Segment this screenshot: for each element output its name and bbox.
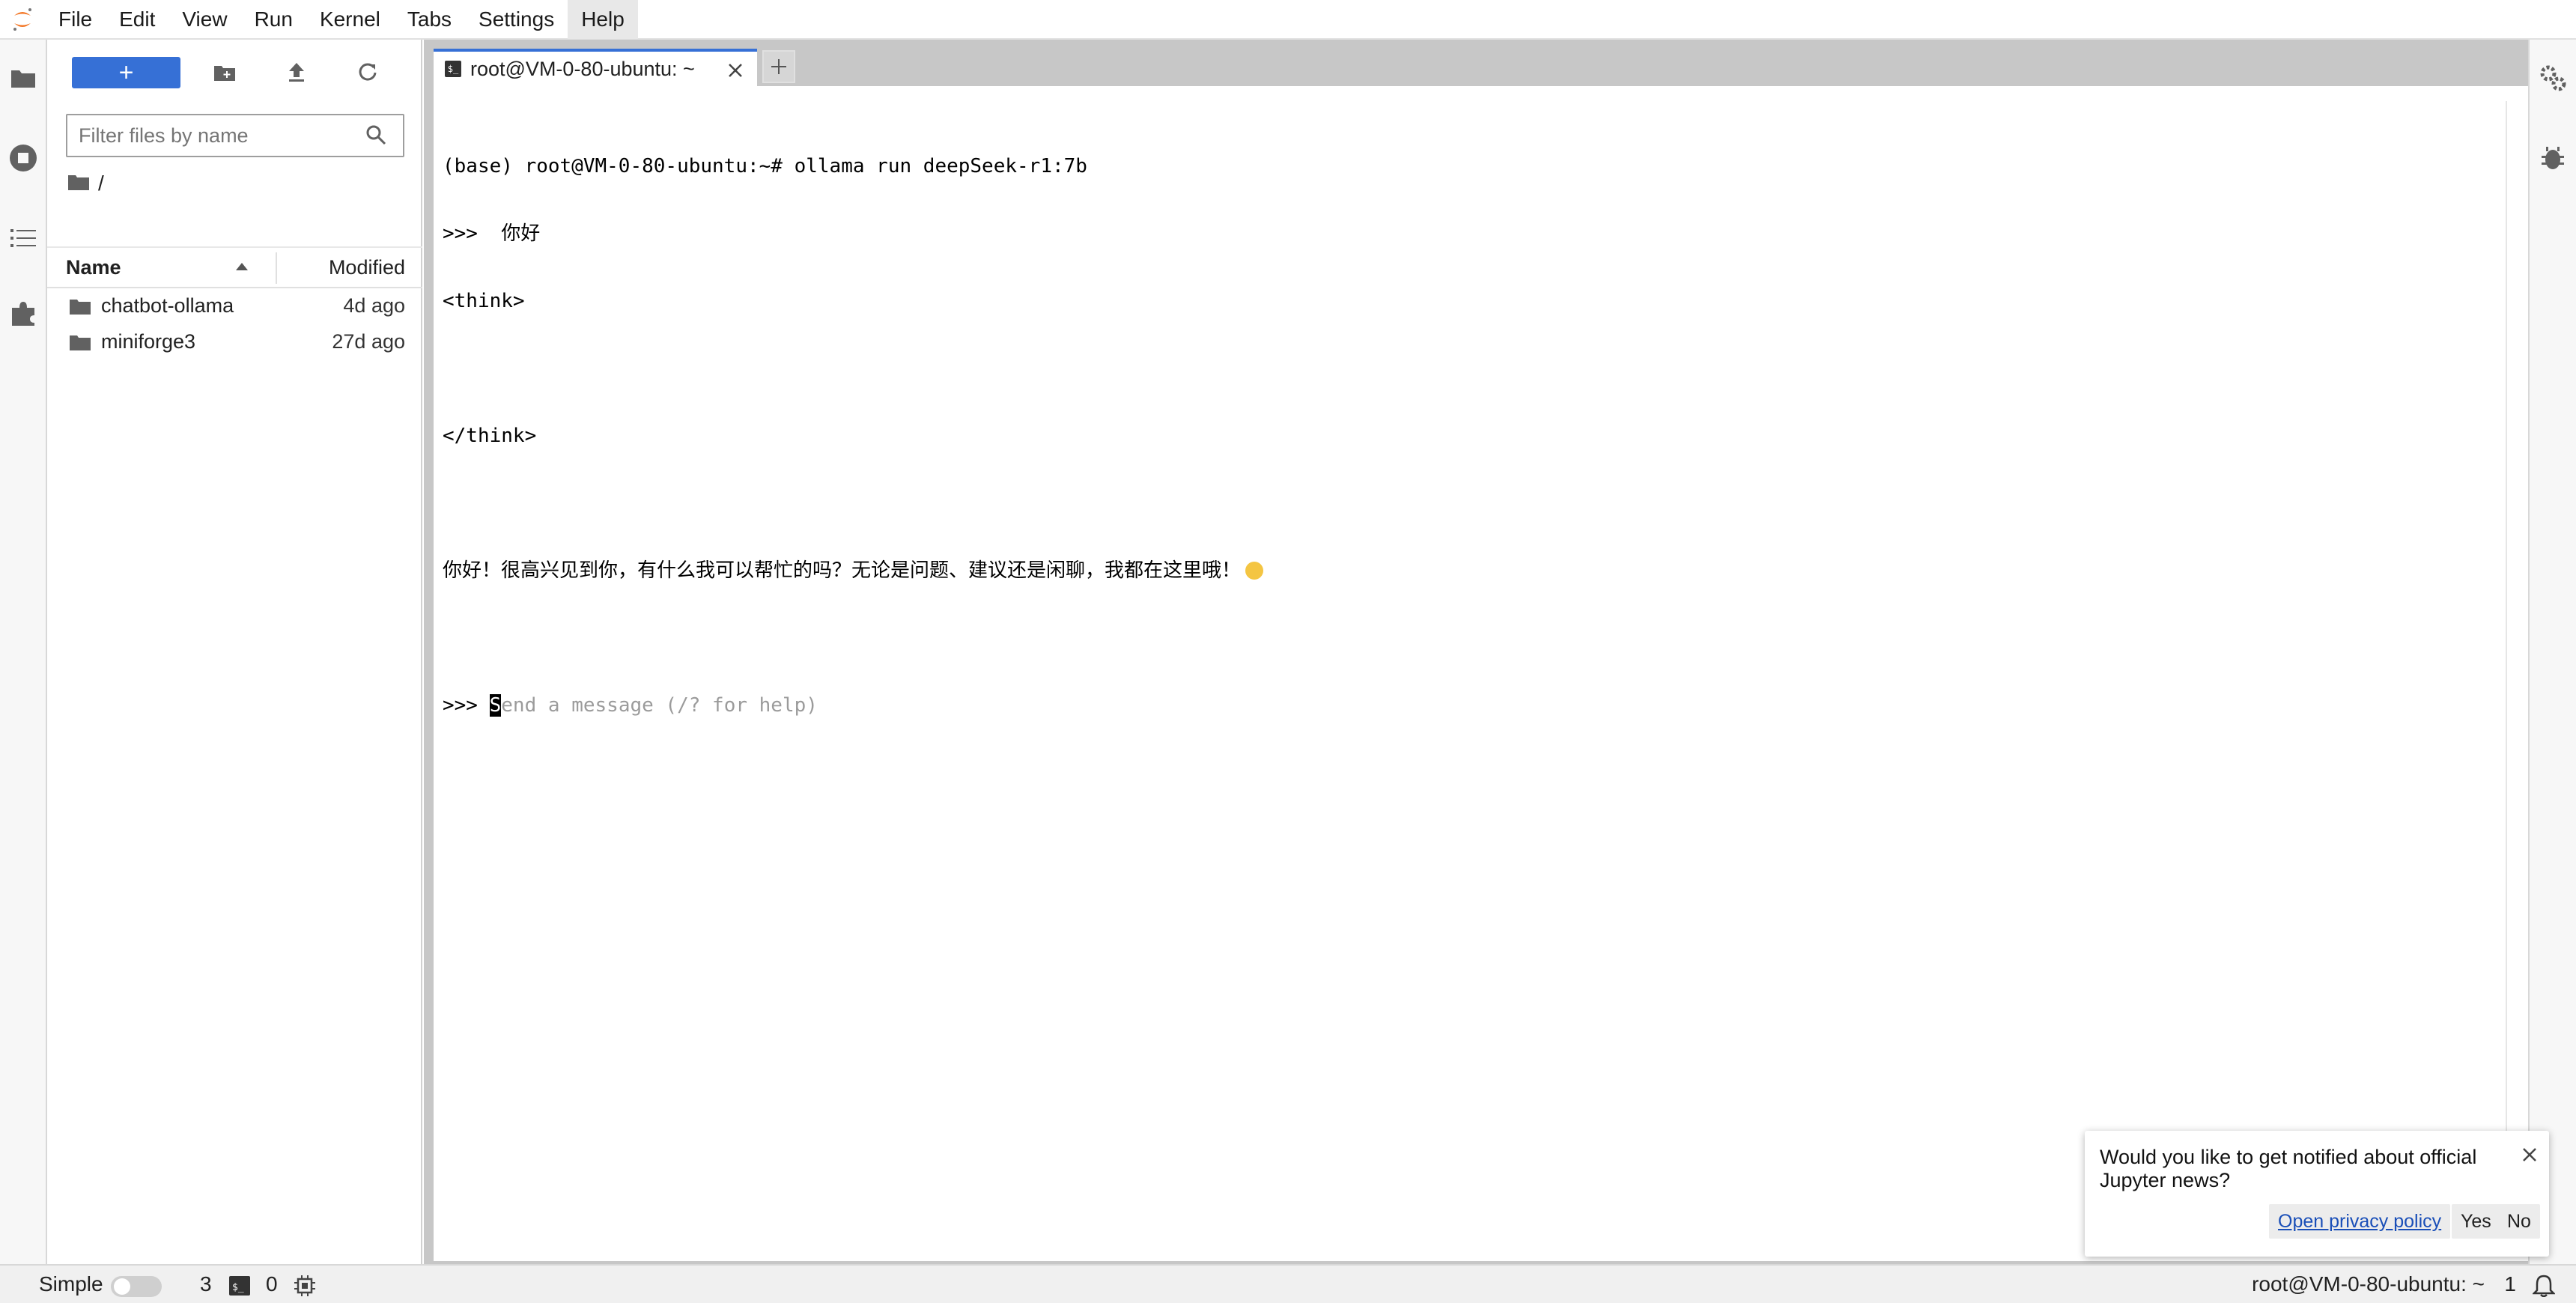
file-modified: 27d ago: [332, 329, 405, 353]
table-of-contents-icon[interactable]: [7, 222, 39, 254]
menu-edit[interactable]: Edit: [106, 0, 168, 39]
privacy-policy-link[interactable]: Open privacy policy: [2269, 1204, 2451, 1239]
menu-tabs[interactable]: Tabs: [394, 0, 465, 39]
simple-mode-toggle[interactable]: [111, 1276, 162, 1297]
sort-ascending-icon: [236, 263, 248, 270]
active-session-label[interactable]: root@VM-0-80-ubuntu: ~: [2252, 1272, 2485, 1296]
terminal-scrollbar[interactable]: [2506, 101, 2507, 1254]
input-hint: end a message (/? for help): [501, 694, 818, 717]
upload-icon[interactable]: [280, 57, 313, 88]
terminal-line-response: 你好！很高兴见到你，有什么我可以帮忙的吗？无论是问题、建议还是闲聊，我都在这里哦…: [443, 559, 1264, 582]
terminal-line: <think>: [443, 290, 525, 312]
breadcrumb: /: [68, 168, 104, 198]
folder-icon: [70, 332, 91, 356]
debugger-bug-icon[interactable]: [2537, 142, 2569, 174]
new-folder-icon[interactable]: [208, 57, 241, 88]
file-browser: + Filter files by name / Name Modified c…: [47, 40, 422, 1264]
menu-settings[interactable]: Settings: [465, 0, 568, 39]
menu-help[interactable]: Help: [568, 0, 638, 39]
kernels-count: 0: [266, 1272, 278, 1296]
status-bar: Simple 3 $_ 0 root@VM-0-80-ubuntu: ~ 1: [0, 1264, 2576, 1303]
simple-mode-label: Simple: [39, 1272, 103, 1296]
tab-terminal[interactable]: $_ root@VM-0-80-ubuntu: ~: [434, 49, 757, 86]
property-inspector-gears-icon[interactable]: [2537, 62, 2569, 94]
yes-button[interactable]: Yes: [2452, 1204, 2500, 1239]
filter-files-input[interactable]: Filter files by name: [66, 114, 404, 157]
filter-placeholder: Filter files by name: [79, 124, 249, 147]
file-modified: 4d ago: [343, 294, 405, 317]
news-notification-toast: Would you like to get notified about off…: [2085, 1131, 2549, 1257]
file-name: miniforge3: [101, 329, 196, 353]
terminal-panel[interactable]: (base) root@VM-0-80-ubuntu:~# ollama run…: [434, 86, 2528, 1261]
svg-text:$_: $_: [232, 1282, 244, 1293]
terminal-icon: $_: [445, 61, 461, 77]
terminal-line: >>> 你好: [443, 222, 541, 245]
new-launcher-button[interactable]: +: [72, 57, 180, 88]
breadcrumb-root[interactable]: /: [98, 171, 104, 195]
close-icon[interactable]: [727, 61, 744, 84]
terminal-cursor: S: [489, 694, 502, 717]
add-tab-button[interactable]: [762, 50, 795, 83]
terminal-output[interactable]: (base) root@VM-0-80-ubuntu:~# ollama run…: [443, 110, 1264, 762]
list-item[interactable]: miniforge3 27d ago: [47, 324, 422, 359]
left-activity-bar: [0, 40, 47, 1264]
search-icon: [365, 124, 386, 151]
terminals-count: 3: [200, 1272, 212, 1296]
folder-icon: [70, 297, 91, 320]
main-dock-area: $_ root@VM-0-80-ubuntu: ~ (base) root@VM…: [424, 40, 2528, 1264]
notification-count: 1: [2504, 1272, 2516, 1296]
tab-bar: $_ root@VM-0-80-ubuntu: ~: [424, 40, 2528, 86]
right-sidebar: [2528, 40, 2576, 1264]
response-text: 你好！很高兴见到你，有什么我可以帮忙的吗？无论是问题、建议还是闲聊，我都在这里哦…: [443, 559, 1242, 582]
menu-run[interactable]: Run: [241, 0, 306, 39]
file-name: chatbot-ollama: [101, 294, 234, 317]
no-button[interactable]: No: [2498, 1204, 2540, 1239]
folder-icon[interactable]: [7, 62, 39, 94]
list-item[interactable]: chatbot-ollama 4d ago: [47, 288, 422, 324]
terminal-line: (base) root@VM-0-80-ubuntu:~# ollama run…: [443, 155, 1087, 177]
jupyter-logo-icon: [0, 0, 45, 39]
refresh-icon[interactable]: [351, 57, 384, 88]
menu-file[interactable]: File: [45, 0, 106, 39]
column-header-name[interactable]: Name: [66, 256, 121, 279]
terminal-icon[interactable]: $_: [229, 1276, 250, 1301]
file-list-header: Name Modified: [47, 246, 422, 288]
extension-puzzle-icon[interactable]: [7, 297, 39, 329]
prompt: >>>: [443, 694, 490, 717]
terminal-input-line[interactable]: >>> Send a message (/? for help): [443, 694, 1263, 717]
tab-label: root@VM-0-80-ubuntu: ~: [470, 57, 695, 80]
terminal-line: </think>: [443, 425, 537, 447]
notification-message: Would you like to get notified about off…: [2100, 1146, 2477, 1191]
folder-icon[interactable]: [68, 171, 89, 195]
bell-icon[interactable]: [2531, 1275, 2557, 1302]
menu-kernel[interactable]: Kernel: [306, 0, 394, 39]
smile-emoji-icon: [1245, 562, 1264, 580]
close-icon[interactable]: [2521, 1146, 2539, 1167]
kernel-chip-icon[interactable]: [294, 1275, 315, 1302]
menu-view[interactable]: View: [168, 0, 240, 39]
column-header-modified[interactable]: Modified: [329, 256, 405, 279]
running-sessions-icon[interactable]: [7, 142, 39, 174]
menu-bar: File Edit View Run Kernel Tabs Settings …: [0, 0, 2576, 40]
column-divider[interactable]: [276, 252, 277, 284]
